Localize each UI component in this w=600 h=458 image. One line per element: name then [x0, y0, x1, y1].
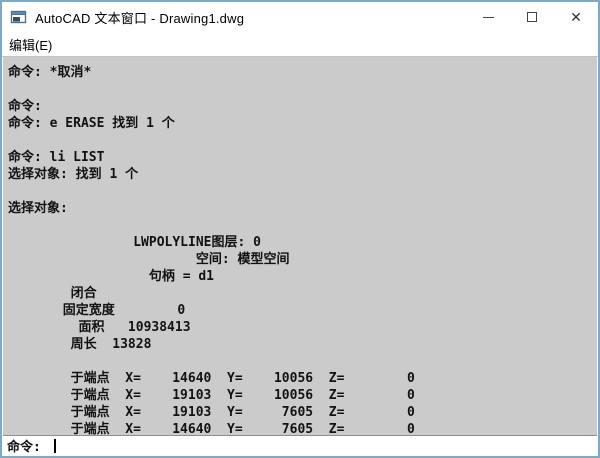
- minimize-button[interactable]: [466, 2, 510, 32]
- title-bar: AutoCAD 文本窗口 - Drawing1.dwg ✕: [2, 2, 598, 32]
- autocad-text-window: AutoCAD 文本窗口 - Drawing1.dwg ✕ 编辑(E) 命令: …: [0, 0, 600, 458]
- text-cursor: [53, 438, 56, 453]
- close-icon: ✕: [570, 9, 582, 25]
- window-controls: ✕: [466, 2, 598, 32]
- terminal-output[interactable]: 命令: *取消* 命令: 命令: e ERASE 找到 1 个 命令: li L…: [3, 57, 597, 435]
- command-input-line[interactable]: 命令:: [3, 435, 597, 455]
- close-button[interactable]: ✕: [554, 2, 598, 32]
- maximize-button[interactable]: [510, 2, 554, 32]
- menu-edit[interactable]: 编辑(E): [2, 32, 59, 56]
- text-window-icon[interactable]: [10, 9, 27, 25]
- window-title: AutoCAD 文本窗口 - Drawing1.dwg: [35, 10, 245, 26]
- minimize-icon: [482, 16, 494, 18]
- menu-bar: 编辑(E): [2, 32, 598, 57]
- maximize-icon: [527, 12, 537, 22]
- command-prompt-label: 命令:: [7, 440, 49, 455]
